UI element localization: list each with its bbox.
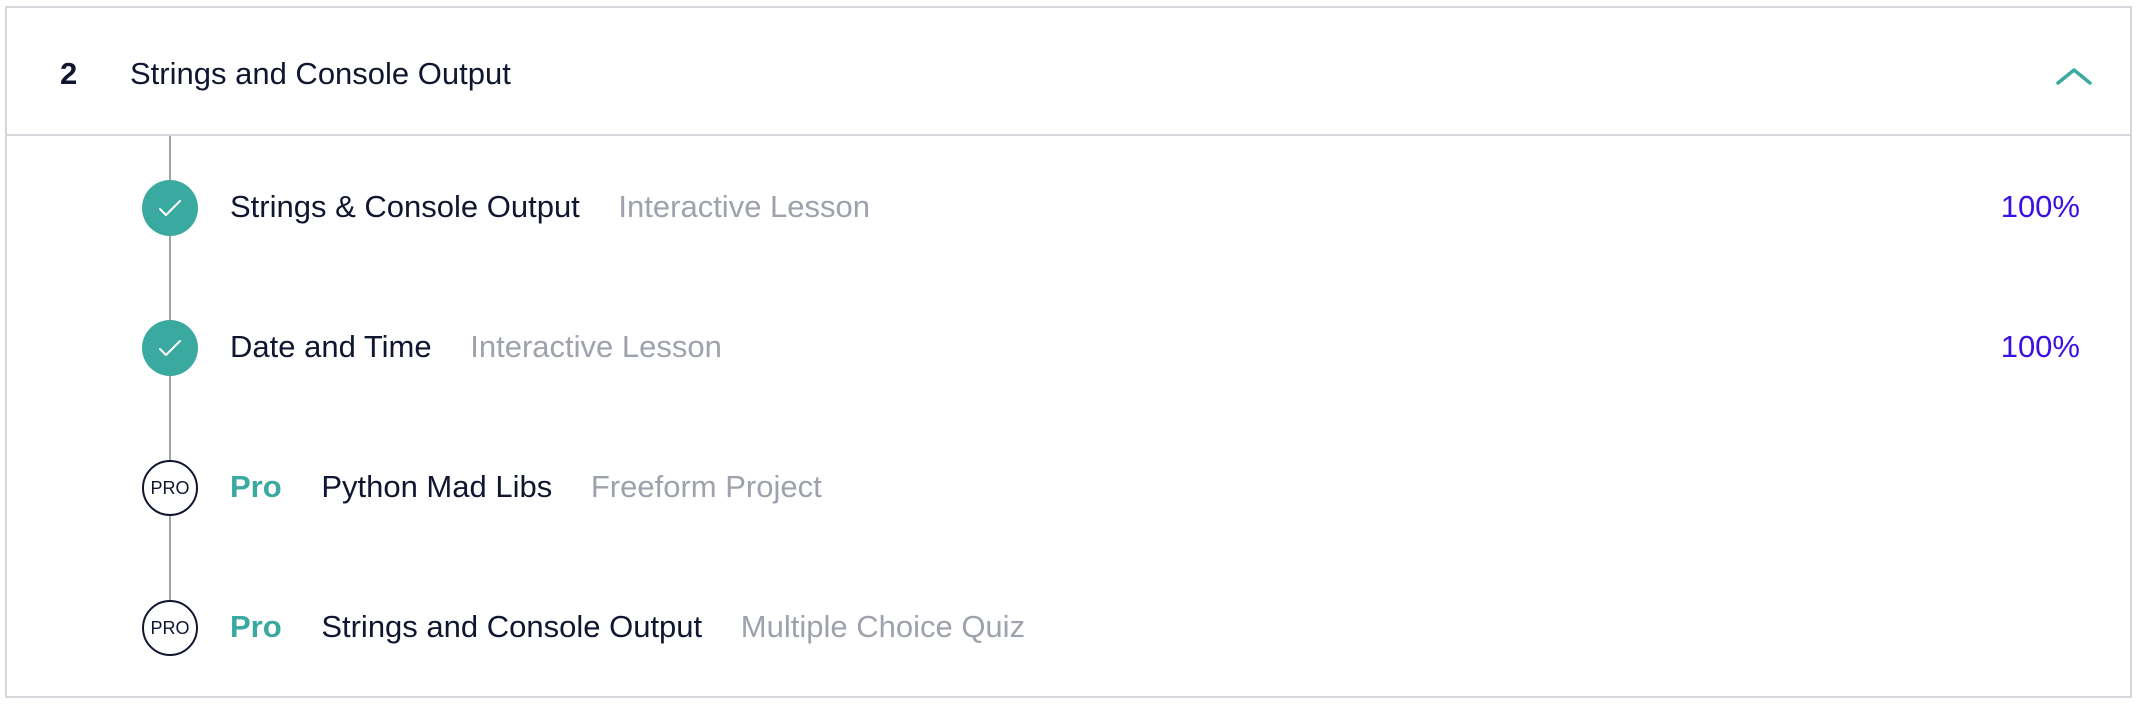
lesson-item[interactable]: PRO Pro Python Mad Libs Freeform Project (7, 447, 2130, 527)
lesson-type: Interactive Lesson (618, 189, 871, 224)
progress-percent: 100% (2000, 189, 2080, 224)
lesson-item[interactable]: PRO Pro Strings and Console Output Multi… (7, 587, 2130, 667)
checkmark-icon (142, 320, 198, 376)
progress-percent: 100% (2000, 329, 2080, 364)
module-header[interactable]: 2 Strings and Console Output (7, 8, 2130, 136)
module-number: 2 (60, 56, 78, 91)
pro-badge-text: PRO (150, 478, 190, 498)
lesson-type: Freeform Project (590, 469, 822, 504)
checkmark-icon (142, 180, 198, 236)
lesson-item[interactable]: Date and Time Interactive Lesson 100% (7, 307, 2130, 387)
lesson-type: Interactive Lesson (470, 329, 722, 364)
bottom-divider (5, 696, 2132, 698)
lesson-title[interactable]: Date and Time (230, 329, 432, 364)
pro-label: Pro (230, 609, 282, 644)
pro-badge-icon: PRO (142, 460, 198, 516)
pro-badge-text: PRO (150, 618, 190, 638)
chevron-up-icon[interactable] (2055, 64, 2093, 88)
pro-badge-icon: PRO (142, 600, 198, 656)
pro-label: Pro (230, 469, 282, 504)
lesson-title[interactable]: Strings and Console Output (321, 609, 702, 644)
lesson-title[interactable]: Strings & Console Output (230, 189, 580, 224)
module-title: Strings and Console Output (130, 56, 511, 91)
lesson-type: Multiple Choice Quiz (740, 609, 1026, 644)
lesson-title[interactable]: Python Mad Libs (321, 469, 552, 504)
lesson-item[interactable]: Strings & Console Output Interactive Les… (7, 167, 2130, 247)
